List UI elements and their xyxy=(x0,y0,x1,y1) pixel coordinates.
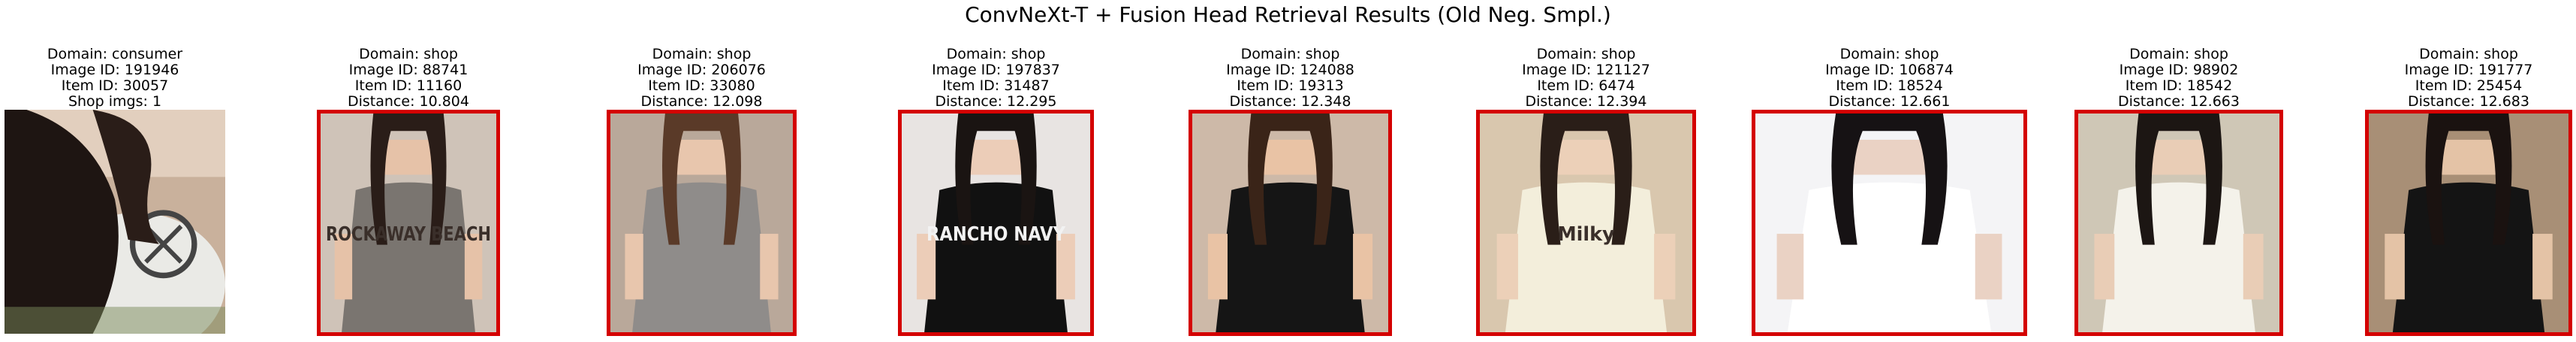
query-image xyxy=(5,110,225,334)
query-shop-imgs: Shop imgs: 1 xyxy=(68,93,162,110)
result-distance: Distance: 12.295 xyxy=(935,93,1057,110)
result-item-id: Item ID: 18542 xyxy=(2125,77,2233,94)
result-distance: Distance: 12.098 xyxy=(640,93,763,110)
result-panel: Domain: shop Image ID: 206076 Item ID: 330… xyxy=(607,46,797,336)
result-item-id: Item ID: 31487 xyxy=(942,77,1050,94)
result-domain: Domain: shop xyxy=(359,46,458,62)
query-item-id: Item ID: 30057 xyxy=(61,77,169,94)
result-image-id: Image ID: 88741 xyxy=(348,62,469,78)
result-image: ROCKAWAY BEACH xyxy=(317,110,500,336)
result-item-id: Item ID: 11160 xyxy=(354,77,462,94)
result-image xyxy=(2365,110,2572,336)
result-image xyxy=(1752,110,2027,336)
result-item-id: Item ID: 33080 xyxy=(648,77,755,94)
result-image: Milky xyxy=(1476,110,1696,336)
result-panel: Domain: shop Image ID: 121127 Item ID: 647… xyxy=(1476,46,1696,336)
result-image xyxy=(2074,110,2283,336)
result-item-id: Item ID: 25454 xyxy=(2415,77,2523,94)
query-image-id: Image ID: 191946 xyxy=(50,62,179,78)
result-image-id: Image ID: 106874 xyxy=(1825,62,1954,78)
query-domain: Domain: consumer xyxy=(47,46,183,62)
result-domain: Domain: shop xyxy=(1536,46,1636,62)
result-image: RANCHO NAVY xyxy=(898,110,1094,336)
result-domain: Domain: shop xyxy=(2419,46,2518,62)
result-image-id: Image ID: 191777 xyxy=(2404,62,2533,78)
result-domain: Domain: shop xyxy=(652,46,752,62)
result-distance: Distance: 12.394 xyxy=(1525,93,1647,110)
result-image-id: Image ID: 121127 xyxy=(1522,62,1650,78)
result-image-id: Image ID: 197837 xyxy=(932,62,1060,78)
result-domain: Domain: shop xyxy=(946,46,1046,62)
result-distance: Distance: 12.661 xyxy=(1828,93,1951,110)
result-panel: Domain: shop Image ID: 106874 Item ID: 185… xyxy=(1752,46,2027,336)
result-image-id: Image ID: 124088 xyxy=(1226,62,1354,78)
result-panel: Domain: shop Image ID: 197837 Item ID: 314… xyxy=(898,46,1094,336)
result-image-id: Image ID: 206076 xyxy=(637,62,766,78)
result-domain: Domain: shop xyxy=(1839,46,1939,62)
result-distance: Distance: 12.348 xyxy=(1229,93,1351,110)
result-domain: Domain: shop xyxy=(2129,46,2228,62)
result-item-id: Item ID: 18524 xyxy=(1836,77,1943,94)
result-panel: Domain: shop Image ID: 191777 Item ID: 254… xyxy=(2365,46,2572,336)
result-panel: Domain: shop Image ID: 98902 Item ID: 1854… xyxy=(2074,46,2283,336)
result-distance: Distance: 12.663 xyxy=(2117,93,2240,110)
shirt-print-text: ROCKAWAY BEACH xyxy=(326,222,491,246)
result-image-id: Image ID: 98902 xyxy=(2119,62,2239,78)
figure-title: ConvNeXt-T + Fusion Head Retrieval Resul… xyxy=(965,2,1611,27)
shirt-print-text: Milky xyxy=(1557,222,1614,245)
result-image xyxy=(607,110,797,336)
shirt-print-text: RANCHO NAVY xyxy=(926,222,1065,245)
result-image xyxy=(1189,110,1392,336)
result-distance: Distance: 10.804 xyxy=(347,93,469,110)
query-panel: Domain: consumer Image ID: 191946 Item I… xyxy=(5,46,225,334)
result-item-id: Item ID: 19313 xyxy=(1237,77,1344,94)
result-panel: Domain: shop Image ID: 124088 Item ID: 193… xyxy=(1189,46,1392,336)
result-item-id: Item ID: 6474 xyxy=(1537,77,1635,94)
result-domain: Domain: shop xyxy=(1240,46,1340,62)
result-panel: Domain: shop Image ID: 88741 Item ID: 1116… xyxy=(317,46,500,336)
result-distance: Distance: 12.683 xyxy=(2407,93,2529,110)
